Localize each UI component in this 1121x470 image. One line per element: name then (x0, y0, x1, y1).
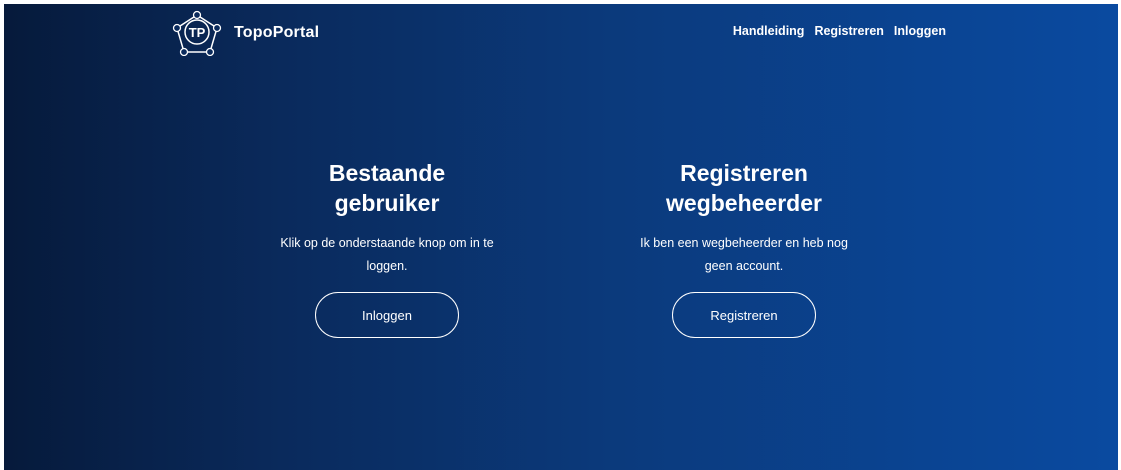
register-button[interactable]: Registreren (672, 292, 816, 338)
register-manager-title-line2: wegbeheerder (666, 190, 822, 216)
top-navigation: Handleiding Registreren Inloggen (733, 24, 946, 38)
existing-user-title: Bestaande gebruiker (267, 158, 507, 218)
register-manager-description: Ik ben een wegbeheerder en heb nog geen … (640, 236, 848, 273)
nav-login-link[interactable]: Inloggen (894, 24, 946, 38)
login-button[interactable]: Inloggen (315, 292, 459, 338)
topoportal-logo-icon: TP (172, 10, 222, 56)
existing-user-card: Bestaande gebruiker Klik op de onderstaa… (267, 158, 507, 338)
register-manager-title-line1: Registreren (680, 160, 808, 186)
existing-user-title-line2: gebruiker (334, 190, 440, 216)
brand-name: TopoPortal (234, 24, 320, 41)
logo-initials: TP (189, 25, 206, 40)
site-logo[interactable]: TP TopoPortal (168, 10, 319, 56)
nav-manual-link[interactable]: Handleiding (733, 24, 805, 38)
page-background: TP TopoPortal Handleiding Registreren In… (4, 4, 1118, 470)
existing-user-description: Klik op de onderstaande knop om in te lo… (280, 236, 494, 273)
register-manager-card: Registreren wegbeheerder Ik ben een wegb… (624, 158, 864, 338)
nav-register-link[interactable]: Registreren (814, 24, 883, 38)
register-manager-title: Registreren wegbeheerder (624, 158, 864, 218)
existing-user-title-line1: Bestaande (328, 160, 446, 186)
